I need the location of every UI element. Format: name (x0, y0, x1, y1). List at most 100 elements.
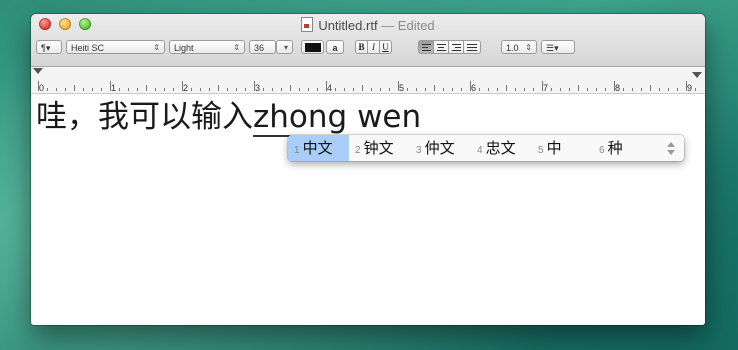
italic-label: I (372, 42, 375, 52)
candidate-text: 钟文 (363, 139, 394, 157)
line-spacing-value: 1.0 (506, 43, 519, 53)
edited-status: — Edited (381, 18, 435, 33)
candidate-6[interactable]: 6种 (599, 135, 623, 161)
ruler-number: 7 (543, 83, 549, 93)
font-style-select[interactable]: Light ⇕ (169, 40, 245, 54)
ruler-tick (641, 88, 642, 91)
ruler-tick (578, 85, 579, 91)
ruler-tick (551, 88, 552, 91)
ruler-tick (452, 88, 453, 91)
font-style-value: Light (174, 43, 194, 53)
align-left-button[interactable] (418, 40, 434, 54)
textedit-window: Untitled.rtf — Edited ¶▾ Heiti SC ⇕ Ligh… (31, 14, 705, 325)
title-bar[interactable]: Untitled.rtf — Edited ¶▾ Heiti SC ⇕ Ligh… (31, 14, 705, 67)
ruler-tick (182, 81, 183, 91)
text-color-well[interactable] (301, 40, 324, 54)
font-family-value: Heiti SC (71, 43, 105, 53)
align-center-button[interactable] (433, 40, 449, 54)
ruler-tick (479, 88, 480, 91)
ruler-tick (434, 85, 435, 91)
ruler-tick (632, 88, 633, 91)
updown-arrows-icon: ⇕ (233, 43, 240, 52)
ruler-tick (38, 81, 39, 91)
ruler-tick (254, 81, 255, 91)
ruler-tick (650, 85, 651, 91)
ruler-tick (614, 81, 615, 91)
ruler-tick (488, 88, 489, 91)
rtf-document-icon (301, 17, 314, 32)
ruler-tick (596, 88, 597, 91)
ruler-tick (524, 88, 525, 91)
candidate-text: 种 (607, 139, 623, 157)
align-right-button[interactable] (448, 40, 464, 54)
paragraph-style-button[interactable]: ¶▾ (36, 40, 62, 54)
ruler-tick (686, 81, 687, 91)
ruler-tick (659, 88, 660, 91)
ruler-tick (515, 88, 516, 91)
candidate-index: 4 (477, 145, 483, 156)
committed-text: 哇，我可以输入 (36, 99, 253, 135)
highlight-color-button[interactable]: a (326, 40, 344, 54)
candidate-5[interactable]: 5中 (538, 135, 562, 161)
ruler-tick (623, 88, 624, 91)
font-family-select[interactable]: Heiti SC ⇕ (66, 40, 165, 54)
font-size-dropdown[interactable]: ▾ (276, 40, 293, 54)
page-updown-icon[interactable] (667, 142, 675, 156)
candidate-3[interactable]: 3 仲文 (416, 135, 455, 161)
underline-label: U (382, 42, 389, 52)
candidate-index: 3 (416, 145, 422, 156)
candidate-text: 忠文 (485, 139, 516, 157)
right-margin-marker[interactable] (692, 72, 702, 78)
marked-input-text: zhong wen (253, 99, 422, 137)
bold-label: B (358, 42, 365, 52)
ruler-tick (398, 81, 399, 91)
line-spacing-select[interactable]: 1.0 ⇕ (501, 40, 537, 54)
candidate-index: 6 (599, 145, 605, 156)
updown-arrows-icon: ⇕ (153, 43, 160, 52)
updown-arrows-icon: ⇕ (525, 43, 532, 52)
list-style-button[interactable]: ☰▾ (541, 40, 575, 54)
font-size-value: 36 (254, 43, 265, 53)
highlight-label: a (332, 43, 338, 53)
text-color-swatch (305, 43, 321, 52)
ruler-tick (605, 88, 606, 91)
left-margin-marker[interactable] (33, 68, 43, 74)
ruler-number: 6 (471, 83, 477, 93)
ruler-tick (425, 88, 426, 91)
chevron-down-icon: ▾ (283, 43, 288, 52)
candidate-text: 中文 (302, 139, 333, 157)
document-name: Untitled.rtf (318, 18, 378, 33)
candidate-1[interactable]: 1 中文 (288, 135, 349, 161)
ruler-tick (110, 81, 111, 91)
ruler-tick (497, 88, 498, 91)
ruler-tick (470, 81, 471, 91)
ruler-tick (542, 81, 543, 91)
document-text: 哇，我可以输入zhong wen (36, 91, 422, 137)
document-text-area[interactable]: 哇，我可以输入zhong wen 1 中文 2 钟文 3 仲文 4 忠文 5中 6种 (31, 94, 705, 325)
ruler[interactable]: 0123456789 (31, 67, 705, 94)
format-toolbar: ¶▾ Heiti SC ⇕ Light ⇕ 36 ▾ a B I U 1.0 ⇕… (31, 40, 705, 56)
ruler-tick (587, 88, 588, 91)
ruler-tick (677, 88, 678, 91)
underline-button[interactable]: U (379, 40, 392, 54)
ruler-number: 8 (615, 83, 621, 93)
candidate-index: 2 (355, 145, 361, 156)
candidate-index: 1 (294, 145, 300, 156)
candidate-4[interactable]: 4 忠文 (477, 135, 516, 161)
window-title: Untitled.rtf — Edited (31, 17, 705, 33)
ruler-tick (533, 88, 534, 91)
ruler-tick (443, 88, 444, 91)
ruler-tick (695, 88, 696, 91)
ruler-tick (668, 88, 669, 91)
paragraph-style-label: ¶▾ (41, 43, 51, 53)
ime-candidate-window: 1 中文 2 钟文 3 仲文 4 忠文 5中 6种 (288, 135, 684, 161)
ruler-tick (506, 85, 507, 91)
list-style-label: ☰▾ (546, 43, 559, 53)
candidate-index: 5 (538, 145, 544, 156)
ruler-tick (326, 81, 327, 91)
justify-button[interactable] (463, 40, 481, 54)
ruler-tick (560, 88, 561, 91)
candidate-2[interactable]: 2 钟文 (355, 135, 394, 161)
ruler-number: 9 (687, 83, 693, 93)
font-size-field[interactable]: 36 (249, 40, 276, 54)
